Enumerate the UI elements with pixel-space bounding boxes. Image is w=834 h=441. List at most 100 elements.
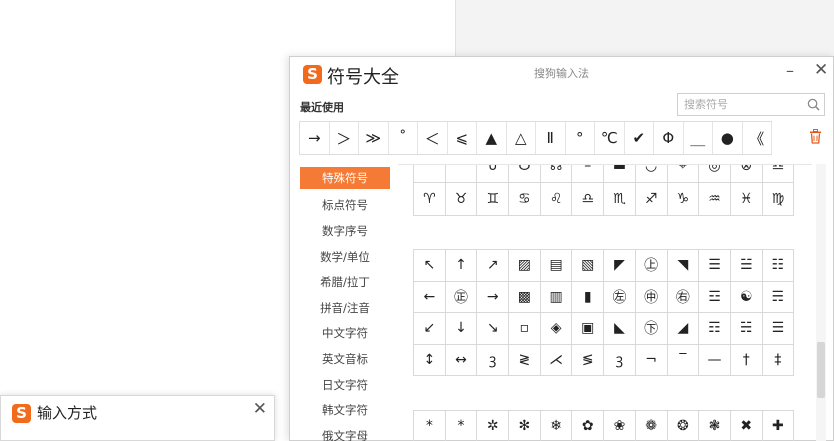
symbol-cell[interactable]: ♒: [699, 183, 731, 216]
symbol-cell[interactable]: ☯: [730, 281, 763, 313]
symbol-cell[interactable]: ꝫ: [477, 344, 510, 376]
recent-symbol[interactable]: °: [566, 122, 595, 154]
symbol-cell[interactable]: ☊: [540, 165, 573, 183]
symbol-cell[interactable]: ▮: [572, 281, 605, 313]
symbol-cell[interactable]: ꝫ: [604, 344, 636, 376]
symbol-cell[interactable]: –: [572, 165, 605, 183]
symbol-cell[interactable]: ✲: [477, 411, 510, 441]
recent-symbol[interactable]: △: [507, 122, 536, 154]
symbol-cell[interactable]: ✚: [763, 411, 795, 441]
symbol-cell[interactable]: ♊: [477, 183, 510, 216]
symbol-cell[interactable]: ↑: [445, 250, 478, 282]
symbol-cell[interactable]: ⌖: [667, 165, 700, 183]
symbol-cell[interactable]: ←: [414, 281, 446, 313]
symbol-cell[interactable]: ㊨: [667, 281, 700, 313]
symbol-cell[interactable]: —: [699, 344, 731, 376]
symbol-cell[interactable]: ↘: [477, 313, 510, 345]
symbol-cell[interactable]: ☶: [699, 313, 731, 345]
trash-icon[interactable]: [809, 129, 822, 144]
symbol-cell[interactable]: ♏: [604, 183, 636, 216]
symbol-cell[interactable]: †: [730, 344, 763, 376]
symbol-cell[interactable]: ↔: [445, 344, 478, 376]
symbol-cell[interactable]: ㊣: [445, 281, 478, 313]
symbol-cell[interactable]: ◤: [604, 250, 636, 282]
recent-symbol[interactable]: ＞: [330, 122, 359, 154]
recent-symbol[interactable]: →: [300, 122, 330, 154]
symbol-cell[interactable]: ☷: [762, 250, 795, 282]
symbol-cell[interactable]: ↕: [414, 344, 446, 376]
recent-symbol[interactable]: ＜: [418, 122, 448, 154]
symbol-cell[interactable]: ♑: [667, 183, 700, 216]
symbol-cell[interactable]: ✿: [572, 411, 605, 441]
content-scrollbar[interactable]: [816, 164, 826, 441]
category-russian[interactable]: 俄文字母: [300, 423, 390, 441]
category-punctuation[interactable]: 标点符号: [300, 193, 390, 219]
recent-symbol[interactable]: ≫: [359, 122, 389, 154]
category-numbering[interactable]: 数字序号: [300, 218, 390, 244]
recent-symbol[interactable]: ＿: [684, 122, 713, 154]
symbol-cell[interactable]: ▤: [540, 250, 573, 282]
symbol-cell[interactable]: ¬: [635, 344, 668, 376]
recent-symbol[interactable]: 《: [743, 122, 772, 154]
recent-symbol[interactable]: Φ: [654, 122, 684, 154]
symbol-cell[interactable]: ◈: [540, 313, 573, 345]
symbol-cell[interactable]: ♌: [540, 183, 573, 216]
symbol-cell[interactable]: ♈: [414, 183, 446, 216]
symbol-cell[interactable]: ✖: [731, 411, 763, 441]
symbol-cell[interactable]: ▬: [604, 165, 636, 183]
search-input[interactable]: [678, 94, 806, 115]
symbol-cell[interactable]: ❀: [604, 411, 636, 441]
symbol-cell[interactable]: ◥: [667, 250, 700, 282]
recent-symbol[interactable]: ●: [713, 122, 743, 154]
symbol-cell[interactable]: ↗: [477, 250, 510, 282]
symbol-cell[interactable]: ▩: [509, 281, 541, 313]
recent-symbol[interactable]: Ⅱ: [536, 122, 566, 154]
symbol-cell[interactable]: ☵: [730, 313, 763, 345]
category-math-units[interactable]: 数学/单位: [300, 244, 390, 270]
symbol-cell[interactable]: ◎: [699, 165, 731, 183]
symbol-cell[interactable]: ≶: [572, 344, 605, 376]
close-button[interactable]: ✕: [814, 60, 828, 80]
symbol-cell[interactable]: ㊦: [635, 313, 668, 345]
category-greek-latin[interactable]: 希腊/拉丁: [300, 269, 390, 295]
symbol-cell[interactable]: ♓: [730, 183, 763, 216]
symbol-cell[interactable]: ‡: [762, 344, 795, 376]
symbol-cell[interactable]: ▨: [509, 250, 541, 282]
symbol-cell[interactable]: ㊤: [635, 250, 668, 282]
category-pinyin-zhuyin[interactable]: 拼音/注音: [300, 295, 390, 321]
category-chinese[interactable]: 中文字符: [300, 321, 390, 347]
symbol-cell[interactable]: ☰: [762, 313, 795, 345]
symbol-cell[interactable]: *: [414, 411, 446, 441]
symbol-cell[interactable]: *: [446, 411, 478, 441]
symbol-cell[interactable]: ◢: [667, 313, 700, 345]
symbol-cell[interactable]: ☲: [699, 281, 731, 313]
symbol-cell[interactable]: ˚: [414, 165, 446, 183]
symbol-cell[interactable]: ❄: [541, 411, 573, 441]
symbol-cell[interactable]: ↖: [414, 250, 446, 282]
symbol-cell[interactable]: ▫: [509, 313, 541, 345]
symbol-cell[interactable]: ▥: [540, 281, 573, 313]
symbol-cell[interactable]: ↙: [414, 313, 446, 345]
symbol-cell[interactable]: ◣: [604, 313, 636, 345]
symbol-cell[interactable]: ☰: [699, 250, 731, 282]
search-icon[interactable]: [807, 98, 820, 111]
recent-symbol[interactable]: ▲: [477, 122, 507, 154]
symbol-cell[interactable]: ˚: [445, 165, 478, 183]
symbol-cell[interactable]: ☴: [762, 281, 795, 313]
category-korean[interactable]: 韩文字符: [300, 397, 390, 423]
symbol-cell[interactable]: ♐: [635, 183, 668, 216]
symbol-cell[interactable]: ♉: [445, 183, 478, 216]
symbol-cell[interactable]: ❁: [636, 411, 668, 441]
symbol-cell[interactable]: ❂: [668, 411, 700, 441]
symbol-cell[interactable]: ♎: [572, 183, 605, 216]
recent-symbol[interactable]: ⩽: [448, 122, 477, 154]
input-method-close-button[interactable]: ✕: [253, 399, 267, 419]
symbol-cell[interactable]: ‾: [667, 344, 700, 376]
symbol-cell[interactable]: ❃: [699, 411, 731, 441]
minimize-button[interactable]: –: [786, 61, 794, 80]
category-special[interactable]: 特殊符号: [300, 167, 390, 189]
symbol-cell[interactable]: ☱: [730, 250, 763, 282]
symbol-cell[interactable]: ▧: [572, 250, 605, 282]
symbol-cell[interactable]: ↓: [445, 313, 478, 345]
symbol-cell[interactable]: ≷: [509, 344, 541, 376]
